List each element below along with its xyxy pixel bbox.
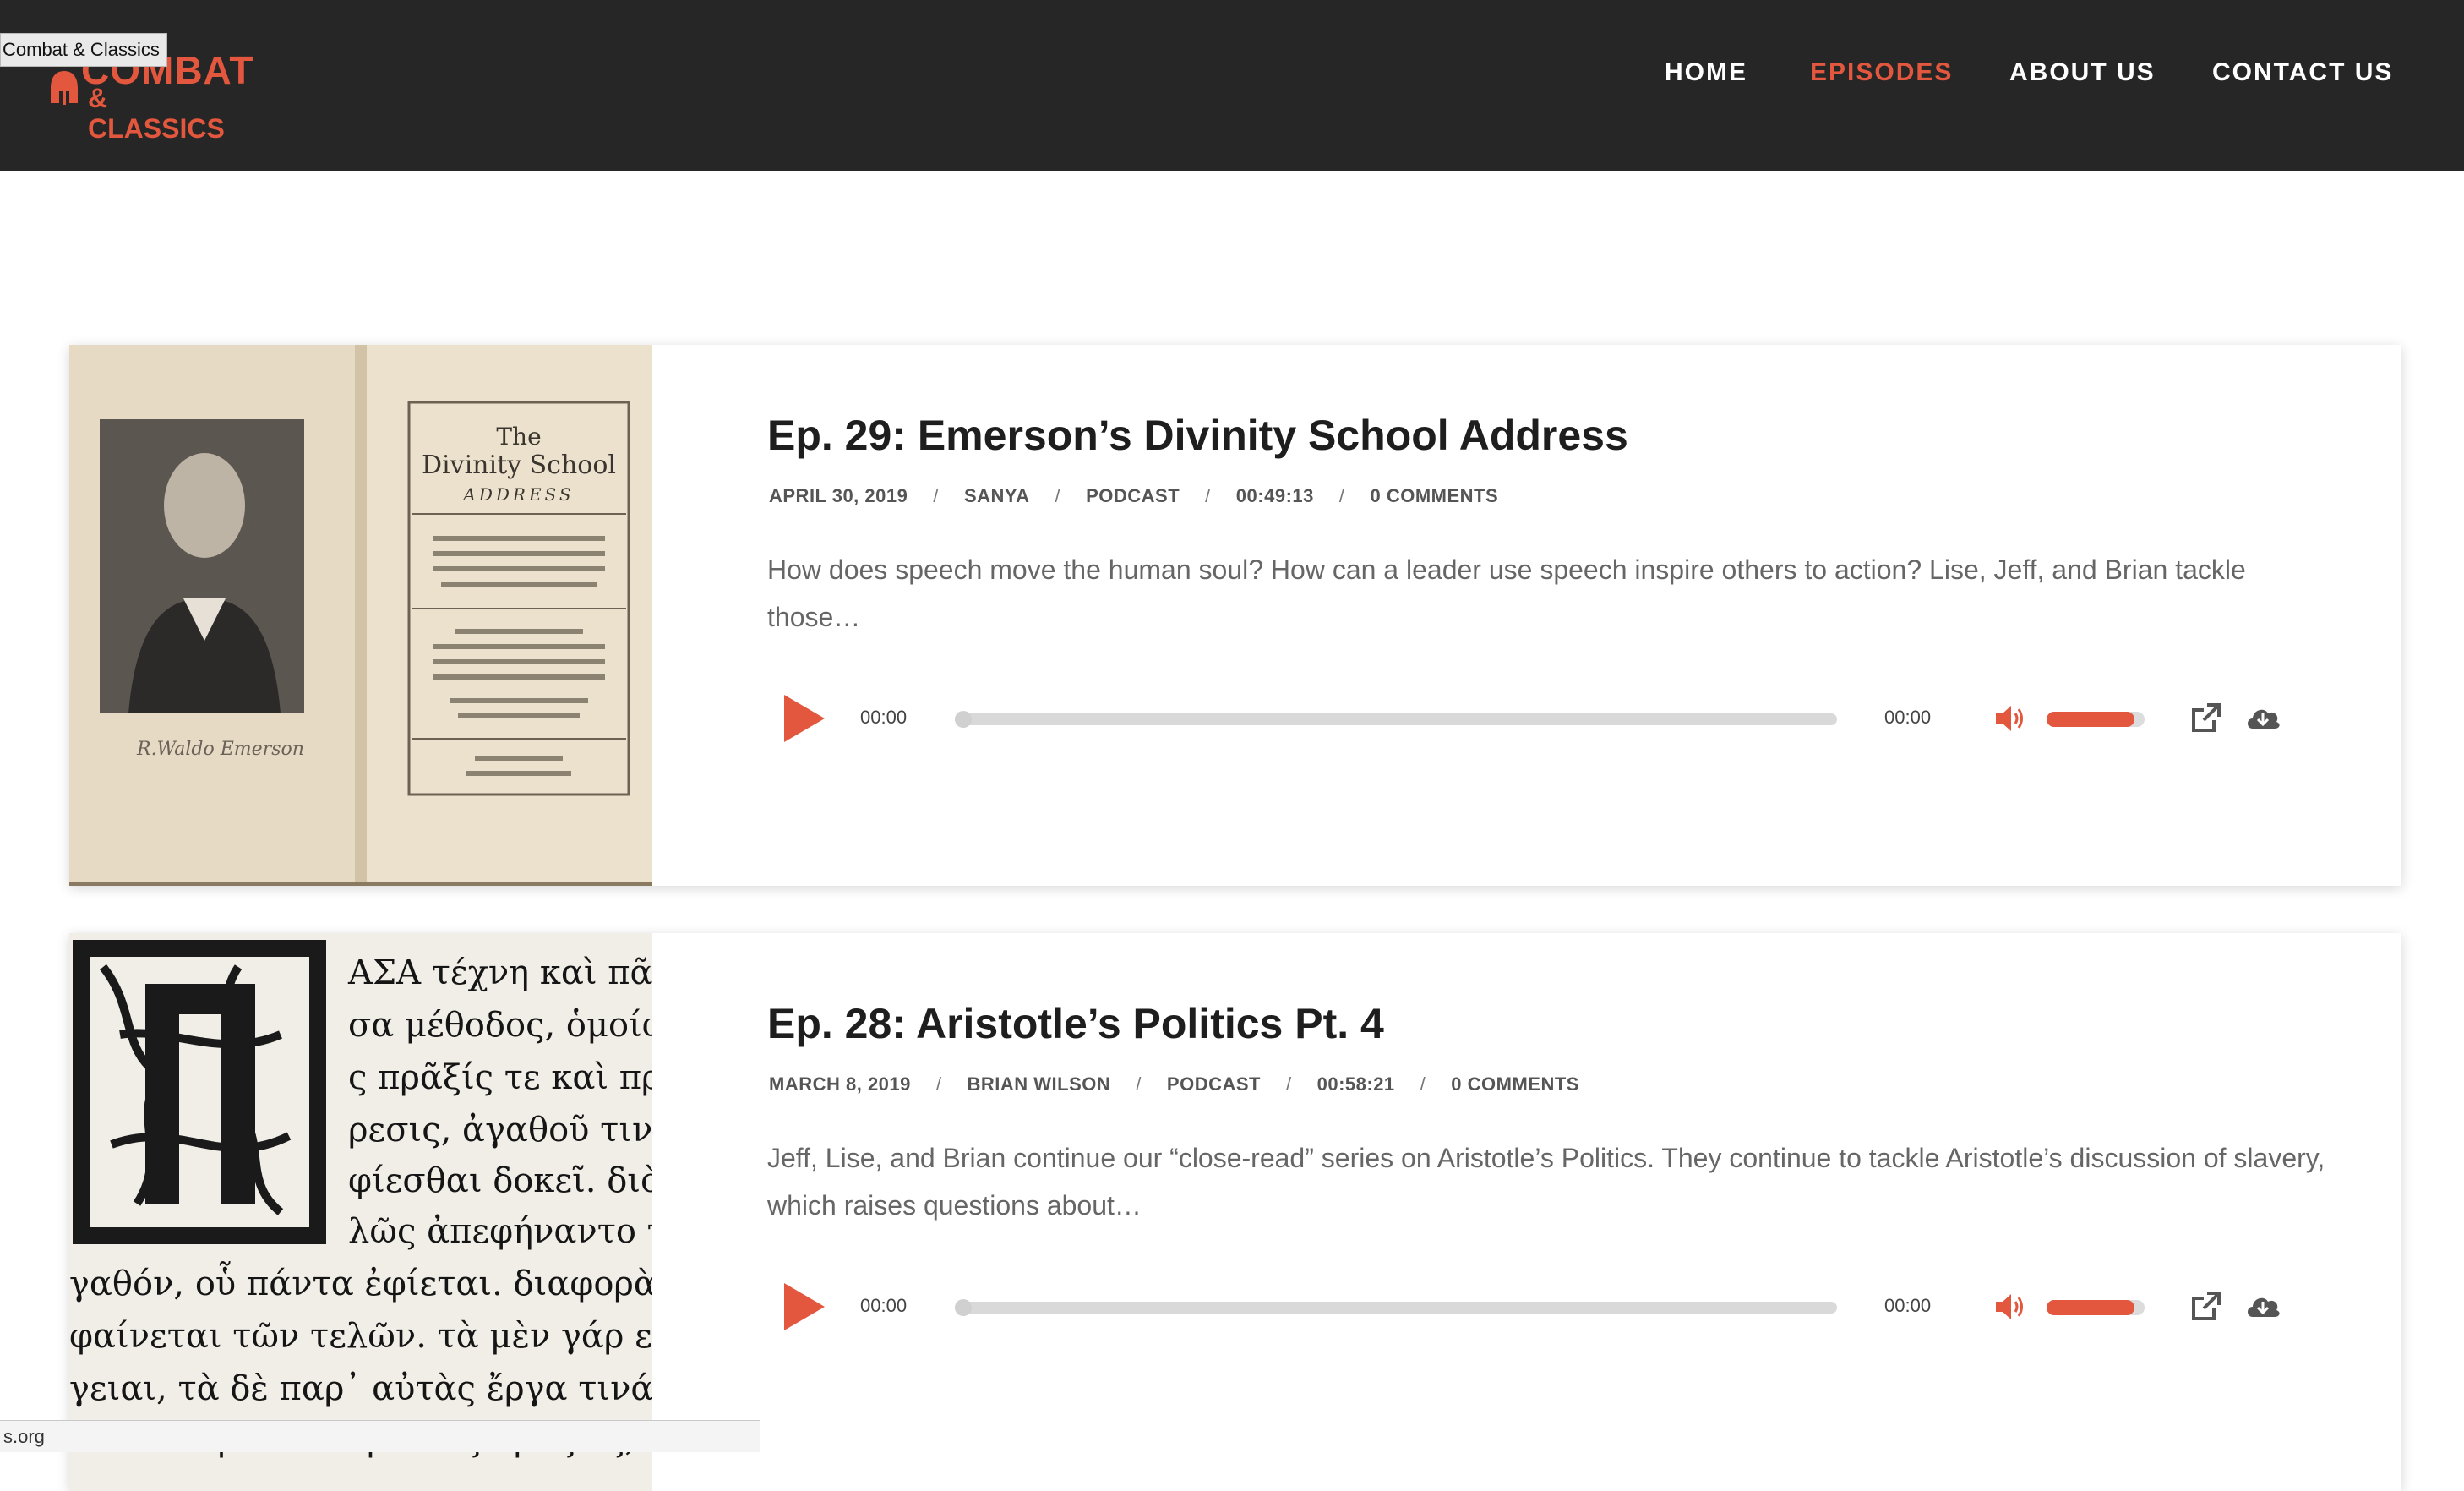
episode-meta: MARCH 8, 2019/BRIAN WILSON / PODCAST/00:58… xyxy=(769,1073,1579,1095)
download-icon[interactable] xyxy=(2244,1290,2281,1324)
svg-text:ΑΣΑ τέχνη καὶ πᾶ: ΑΣΑ τέχνη καὶ πᾶ xyxy=(347,953,652,992)
duration-time: 00:00 xyxy=(1884,707,1932,728)
volume-slider[interactable] xyxy=(2047,712,2145,727)
episode-card: ΑΣΑ τέχνη καὶ πᾶ σα μέθοδος, ὁμοίω ς πρᾶ… xyxy=(69,933,2401,1491)
episode-category[interactable]: PODCAST xyxy=(1167,1073,1261,1095)
svg-text:ADDRESS: ADDRESS xyxy=(461,484,574,505)
thumb-signature: R.Waldo Emerson xyxy=(136,739,304,760)
svg-text:γειαι, τὰ δὲ παρ᾽ αὐτὰς ἔργα τ: γειαι, τὰ δὲ παρ᾽ αὐτὰς ἔργα τινά. ὧν δ xyxy=(69,1366,652,1408)
current-time: 00:00 xyxy=(860,707,908,728)
duration-time: 00:00 xyxy=(1884,1295,1932,1316)
logo-tooltip: Combat & Classics xyxy=(0,33,167,67)
nav-home[interactable]: HOME xyxy=(1665,54,1747,91)
nav-about-us[interactable]: ABOUT US xyxy=(2009,54,2156,91)
svg-text:φίεσθαι δοκεῖ. διὸ κ: φίεσθαι δοκεῖ. διὸ κ xyxy=(348,1161,652,1200)
spartan-helmet-icon xyxy=(51,71,78,105)
svg-text:Divinity School: Divinity School xyxy=(422,451,616,480)
episode-thumbnail[interactable]: R.Waldo Emerson The Divinity School ADDR… xyxy=(69,345,652,886)
episode-date[interactable]: MARCH 8, 2019 xyxy=(769,1073,911,1095)
progress-bar[interactable] xyxy=(955,711,1837,728)
svg-text:The: The xyxy=(496,423,541,451)
episode-meta: APRIL 30, 2019/SANYA / PODCAST/00:49:13/0 … xyxy=(769,485,1499,507)
episode-author[interactable]: BRIAN WILSON xyxy=(968,1073,1111,1095)
popout-icon[interactable] xyxy=(2189,702,2222,735)
episode-excerpt: Jeff, Lise, and Brian continue our “clos… xyxy=(767,1143,2325,1221)
popout-icon[interactable] xyxy=(2189,1290,2222,1324)
episode-card: R.Waldo Emerson The Divinity School ADDR… xyxy=(69,345,2401,886)
episode-category[interactable]: PODCAST xyxy=(1086,485,1180,507)
progress-handle[interactable] xyxy=(955,1299,972,1316)
svg-text:σα μέθοδος, ὁμοίω: σα μέθοδος, ὁμοίω xyxy=(348,1006,652,1045)
episode-author[interactable]: SANYA xyxy=(964,485,1030,507)
logo-text-line2: & CLASSICS xyxy=(88,83,225,144)
nav-episodes[interactable]: EPISODES xyxy=(1810,54,1953,91)
episode-thumbnail[interactable]: ΑΣΑ τέχνη καὶ πᾶ σα μέθοδος, ὁμοίω ς πρᾶ… xyxy=(69,933,652,1491)
browser-status-url: s.org xyxy=(0,1420,760,1452)
manuscript-image: ΑΣΑ τέχνη καὶ πᾶ σα μέθοδος, ὁμοίω ς πρᾶ… xyxy=(69,933,652,1491)
progress-handle[interactable] xyxy=(955,711,972,728)
book-image: R.Waldo Emerson The Divinity School ADDR… xyxy=(69,345,652,886)
current-time: 00:00 xyxy=(860,1295,908,1316)
episode-duration: 00:58:21 xyxy=(1316,1073,1395,1095)
svg-text:λῶς ἀπεφήναντο τἀ: λῶς ἀπεφήναντο τἀ xyxy=(348,1212,652,1251)
svg-text:γαθόν, οὗ πάντα ἐφίεται. διαφο: γαθόν, οὗ πάντα ἐφίεται. διαφορὰ δέ τι xyxy=(69,1261,652,1303)
progress-bar[interactable] xyxy=(955,1299,1837,1316)
episode-comments-link[interactable]: 0 COMMENTS xyxy=(1451,1073,1579,1095)
svg-text:ρεσις, ἀγαθοῦ τινὸς ἐ: ρεσις, ἀγαθοῦ τινὸς ἐ xyxy=(348,1111,652,1150)
episode-date[interactable]: APRIL 30, 2019 xyxy=(769,485,908,507)
play-button[interactable] xyxy=(784,695,825,742)
volume-level xyxy=(2047,1300,2135,1315)
volume-slider[interactable] xyxy=(2047,1300,2145,1315)
play-button[interactable] xyxy=(784,1283,825,1330)
volume-icon[interactable] xyxy=(1994,703,2028,734)
episode-excerpt: How does speech move the human soul? How… xyxy=(767,554,2246,632)
site-header: COMBAT & CLASSICS Combat & Classics HOME… xyxy=(0,0,2464,171)
volume-icon[interactable] xyxy=(1994,1292,2028,1322)
episode-comments-link[interactable]: 0 COMMENTS xyxy=(1371,485,1499,507)
volume-level xyxy=(2047,712,2135,727)
episode-title[interactable]: Ep. 29: Emerson’s Divinity School Addres… xyxy=(767,411,1628,460)
episode-duration: 00:49:13 xyxy=(1235,485,1314,506)
nav-contact-us[interactable]: CONTACT US xyxy=(2212,54,2393,91)
download-icon[interactable] xyxy=(2244,702,2281,735)
audio-player: 00:00 00:00 xyxy=(767,1273,2322,1341)
episode-title[interactable]: Ep. 28: Aristotle’s Politics Pt. 4 xyxy=(767,999,1384,1048)
svg-text:φαίνεται τῶν τελῶν. τὰ μὲν γάρ: φαίνεται τῶν τελῶν. τὰ μὲν γάρ εἰσιν ἐνέ xyxy=(69,1317,652,1356)
audio-player: 00:00 00:00 xyxy=(767,685,2322,752)
svg-text:ς πρᾶξίς τε καὶ πρ: ς πρᾶξίς τε καὶ πρ xyxy=(348,1058,652,1097)
